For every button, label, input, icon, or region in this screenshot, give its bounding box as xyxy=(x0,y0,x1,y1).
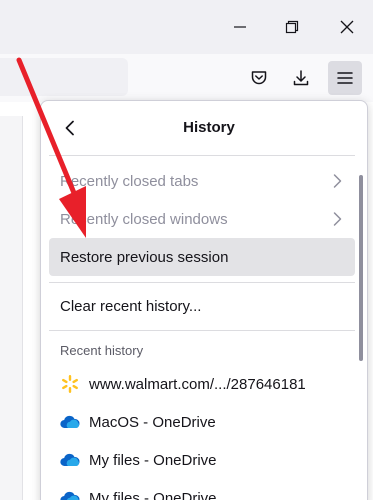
close-window-button[interactable] xyxy=(330,10,364,44)
scrollbar[interactable] xyxy=(359,175,363,361)
divider xyxy=(49,330,355,331)
history-item[interactable]: MacOS - OneDrive xyxy=(49,404,355,440)
downloads-button[interactable] xyxy=(284,61,318,95)
divider xyxy=(49,155,355,156)
onedrive-icon xyxy=(60,450,80,470)
restore-previous-session-item[interactable]: Restore previous session xyxy=(49,238,355,276)
history-item[interactable]: My files - OneDrive xyxy=(49,442,355,478)
history-panel: History Recently closed tabs Recently cl… xyxy=(40,100,368,500)
divider xyxy=(49,282,355,283)
url-bar[interactable] xyxy=(0,58,128,96)
recently-closed-tabs-item[interactable]: Recently closed tabs xyxy=(49,162,355,200)
history-item[interactable]: www.walmart.com/.../287646181 xyxy=(49,366,355,402)
recently-closed-windows-label: Recently closed windows xyxy=(60,210,228,228)
download-icon xyxy=(293,70,309,86)
nav-toolbar xyxy=(0,54,373,102)
panel-title: History xyxy=(183,119,235,136)
recently-closed-tabs-label: Recently closed tabs xyxy=(60,172,199,190)
minimize-button[interactable] xyxy=(223,10,257,44)
minimize-icon xyxy=(234,26,246,28)
recent-history-heading: Recent history xyxy=(60,343,144,358)
chevron-right-icon xyxy=(333,212,342,226)
onedrive-icon xyxy=(60,488,80,500)
title-bar xyxy=(0,0,373,54)
close-icon xyxy=(340,20,354,34)
app-menu-button[interactable] xyxy=(328,61,362,95)
chevron-right-icon xyxy=(333,174,342,188)
walmart-spark-icon xyxy=(60,374,80,394)
panel-header: History xyxy=(41,101,367,155)
recently-closed-windows-item[interactable]: Recently closed windows xyxy=(49,200,355,238)
history-item-label: www.walmart.com/.../287646181 xyxy=(89,375,306,393)
restore-button[interactable] xyxy=(275,10,309,44)
restore-previous-session-label: Restore previous session xyxy=(60,248,229,266)
history-item[interactable]: My files - OneDrive xyxy=(49,480,355,500)
pocket-icon xyxy=(251,71,267,85)
pocket-button[interactable] xyxy=(242,61,276,95)
history-item-label: My files - OneDrive xyxy=(89,489,217,500)
page-edge xyxy=(0,116,23,500)
menu-icon xyxy=(337,72,353,84)
clear-recent-history-label: Clear recent history... xyxy=(60,297,202,315)
history-item-label: MacOS - OneDrive xyxy=(89,413,216,431)
history-item-label: My files - OneDrive xyxy=(89,451,217,469)
onedrive-icon xyxy=(60,412,80,432)
restore-icon xyxy=(285,20,299,34)
clear-recent-history-item[interactable]: Clear recent history... xyxy=(49,287,355,325)
